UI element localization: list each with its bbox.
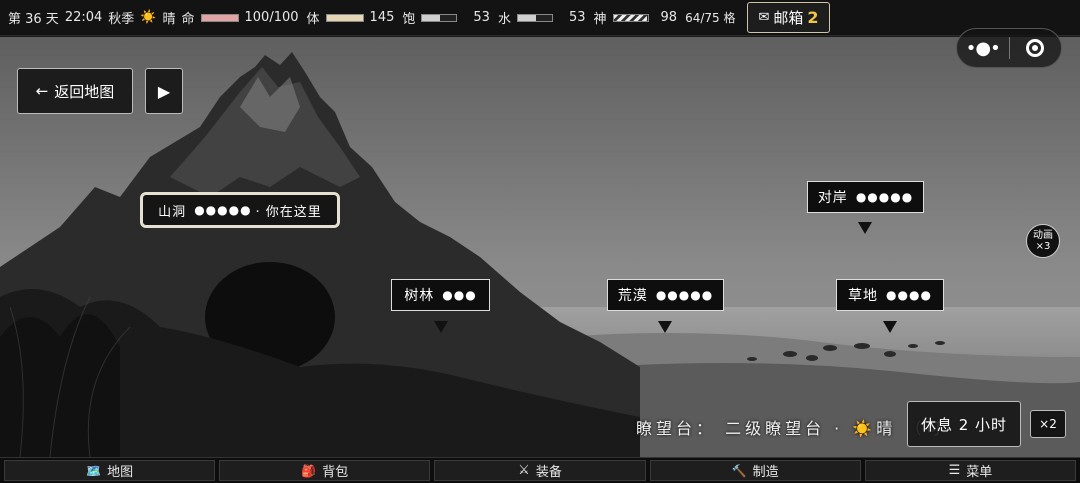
back-to-map-label: 返回地图 [54, 82, 115, 101]
inventory-capacity: 64/75 格 [685, 11, 736, 25]
mail-count: 2 [807, 8, 819, 27]
hunger-value: 53 [473, 10, 490, 25]
spirit-label: 神 [593, 12, 607, 27]
play-icon: ▶ [157, 81, 171, 101]
bottom-nav: 🗺️ 地图 🎒 背包 ⚔ 装备 🔨 制造 ☰ 菜单 [0, 457, 1080, 483]
stamina-value: 145 [369, 10, 395, 25]
location-grassland-dots: ●●●● [886, 288, 932, 302]
nav-crafting[interactable]: 🔨 制造 [649, 460, 861, 481]
more-options-button[interactable]: •●• [957, 38, 1009, 59]
location-desert-dots: ●●●●● [655, 288, 714, 302]
arrow-left-icon: ← [35, 82, 49, 100]
rest-button[interactable]: 休息 2 小时 [907, 401, 1021, 447]
nav-equipment[interactable]: ⚔ 装备 [434, 460, 646, 481]
spirit-value: 98 [660, 10, 678, 25]
mail-icon: ✉ [758, 10, 770, 25]
hp-value: 100/100 [244, 10, 299, 25]
current-location-tag: · 你在这里 [255, 204, 322, 220]
location-cave[interactable]: 山洞 ●●●●● · 你在这里 [140, 192, 340, 228]
water-bar [516, 13, 553, 22]
swords-icon: ⚔ [518, 463, 530, 478]
animation-multiplier: ×3 [1035, 241, 1051, 252]
nav-backpack[interactable]: 🎒 背包 [219, 460, 431, 481]
back-to-map-button[interactable]: ← 返回地图 [17, 68, 133, 114]
location-forest-name: 树林 [404, 288, 435, 304]
water-value: 53 [568, 10, 586, 25]
location-desert-name: 荒漠 [617, 288, 648, 304]
animation-speed-button[interactable]: 动画 ×3 [1026, 224, 1060, 258]
stamina-bar [325, 13, 364, 22]
lookout-status-text: 瞭望台： 二级瞭望台 · ☀️晴 （可 [636, 419, 946, 438]
spirit-bar [612, 13, 649, 22]
desert-pointer-icon [658, 321, 672, 333]
location-shore-name: 对岸 [817, 190, 848, 206]
backpack-icon: 🎒 [301, 463, 317, 478]
forest-pointer-icon [434, 321, 448, 333]
menu-icon: ☰ [948, 463, 961, 478]
weather: 晴 [162, 12, 176, 27]
location-forest-dots: ●●● [442, 288, 477, 302]
nav-equipment-label: 装备 [535, 465, 562, 480]
shore-pointer-icon [858, 222, 872, 234]
location-grassland[interactable]: 草地 ●●●● [836, 279, 944, 311]
grassland-pointer-icon [883, 321, 897, 333]
hp-label: 命 [181, 12, 195, 27]
water-label: 水 [497, 12, 511, 27]
clock-time: 22:04 [64, 10, 103, 25]
nav-menu[interactable]: ☰ 菜单 [864, 460, 1077, 481]
location-opposite-shore[interactable]: 对岸 ●●●●● [807, 181, 924, 213]
hunger-bar [421, 13, 458, 22]
mini-program-capsule: •●• [956, 28, 1062, 68]
hammer-icon: 🔨 [731, 463, 747, 478]
nav-crafting-label: 制造 [752, 465, 779, 480]
play-button[interactable]: ▶ [145, 68, 183, 114]
map-icon: 🗺️ [86, 463, 102, 478]
hunger-label: 饱 [402, 12, 416, 27]
nav-map[interactable]: 🗺️ 地图 [4, 460, 216, 481]
location-desert[interactable]: 荒漠 ●●●●● [607, 279, 724, 311]
nav-menu-label: 菜单 [966, 465, 993, 480]
target-icon [1026, 39, 1045, 57]
game-speed-button[interactable]: ×2 [1030, 410, 1066, 438]
location-shore-dots: ●●●●● [855, 190, 914, 204]
close-mini-program-button[interactable] [1009, 39, 1061, 57]
hp-bar [200, 13, 239, 22]
nav-backpack-label: 背包 [322, 465, 349, 480]
season: 秋季 [108, 12, 135, 27]
day-counter: 第 36 天 [8, 12, 59, 27]
location-forest[interactable]: 树林 ●●● [391, 279, 490, 311]
status-bar: 第 36 天 22:04 秋季 ☀️ 晴 命 100/100 体 145 饱 5… [0, 0, 1080, 36]
mailbox-label: 邮箱 [773, 9, 804, 27]
location-cave-name: 山洞 [158, 204, 187, 220]
nav-map-label: 地图 [107, 465, 134, 480]
location-cave-dots: ●●●●● [194, 203, 252, 217]
animation-label: 动画 [1033, 230, 1053, 241]
mailbox-button[interactable]: ✉ 邮箱 2 [747, 2, 830, 33]
sun-icon: ☀️ [140, 10, 157, 25]
location-grassland-name: 草地 [848, 288, 879, 304]
stamina-label: 体 [306, 12, 320, 27]
